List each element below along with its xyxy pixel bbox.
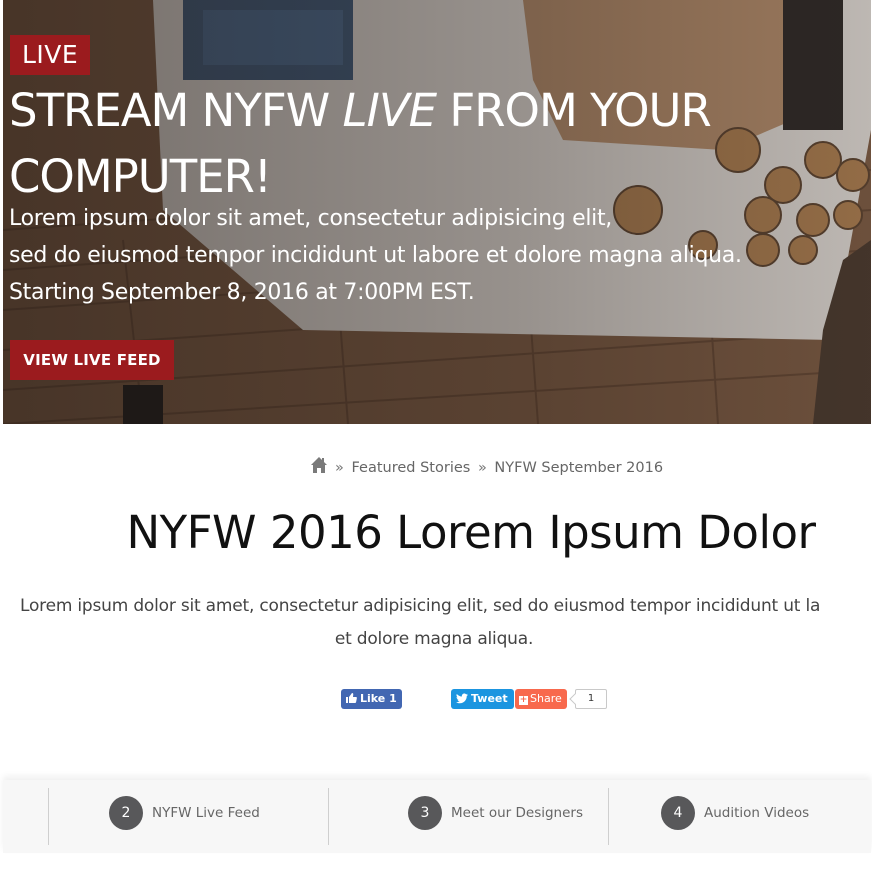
thumbs-up-icon <box>346 693 357 703</box>
hero-description-line: Starting September 8, 2016 at 7:00PM EST… <box>9 280 475 305</box>
step-number-badge: 4 <box>661 796 695 830</box>
nav-item-nyfw-live-feed[interactable]: 2 NYFW Live Feed <box>109 796 260 830</box>
tweet-label: Tweet <box>471 692 508 705</box>
article-title-text: NYFW 2016 Lorem Ipsum Dolor <box>126 506 816 559</box>
breadcrumb-separator: » <box>335 460 344 476</box>
breadcrumb-current-page: NYFW September 2016 <box>494 460 664 476</box>
article-lead: Lorem ipsum dolor sit amet, consectetur … <box>20 590 872 656</box>
share-count-bubble: 1 <box>575 689 607 709</box>
facebook-like-button[interactable]: Like 1 <box>341 689 402 709</box>
bottom-nav: 2 NYFW Live Feed 3 Meet our Designers 4 Aud… <box>3 780 871 853</box>
nav-item-audition-videos[interactable]: 4 Audition Videos <box>661 796 809 830</box>
nav-item-label: Meet our Designers <box>451 805 584 821</box>
hero-banner: LIVE STREAM NYFW LIVE FROM YOUR COMPUTER… <box>3 0 871 424</box>
share-label: Share <box>530 692 562 705</box>
twitter-bird-icon <box>456 693 468 704</box>
hero-title-part1: STREAM NYFW <box>9 84 343 137</box>
facebook-like-label: Like 1 <box>360 692 397 705</box>
breadcrumb: » Featured Stories » NYFW September 2016 <box>310 456 663 480</box>
share-button[interactable]: + Share <box>515 689 567 709</box>
hero-description: Lorem ipsum dolor sit amet, consectetur … <box>9 200 809 311</box>
live-badge: LIVE <box>10 35 91 75</box>
article-title: NYFW 2016 Lorem Ipsum Dolor <box>0 500 872 566</box>
hero-title-emphasis: LIVE <box>342 84 438 137</box>
breadcrumb-link-featured-stories[interactable]: Featured Stories <box>351 460 470 476</box>
hero-description-line: Lorem ipsum dolor sit amet, consectetur … <box>9 206 613 231</box>
breadcrumb-separator: » <box>477 460 487 476</box>
home-icon[interactable] <box>310 456 328 474</box>
article-lead-line: et dolore magna aliqua. <box>334 629 534 649</box>
view-live-feed-button[interactable]: VIEW LIVE FEED <box>10 340 174 380</box>
hero-title: STREAM NYFW LIVE FROM YOUR COMPUTER! <box>9 78 749 210</box>
step-number-badge: 3 <box>408 796 442 830</box>
article-lead-line: Lorem ipsum dolor sit amet, consectetur … <box>20 596 821 616</box>
nav-divider <box>328 788 329 845</box>
step-number-badge: 2 <box>109 796 143 830</box>
hero-description-line: sed do eiusmod tempor incididunt ut labo… <box>9 243 742 268</box>
nav-divider <box>48 788 49 845</box>
nav-divider <box>608 788 609 845</box>
nav-item-label: Audition Videos <box>704 805 810 821</box>
nav-item-label: NYFW Live Feed <box>152 805 260 821</box>
plus-icon: + <box>519 695 528 705</box>
nav-item-meet-our-designers[interactable]: 3 Meet our Designers <box>408 796 583 830</box>
tweet-button[interactable]: Tweet <box>451 689 514 709</box>
